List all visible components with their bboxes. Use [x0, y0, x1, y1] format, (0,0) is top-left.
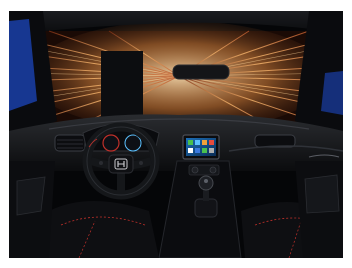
tachometer-gauge [102, 134, 120, 152]
driver-seat [39, 201, 159, 258]
car-interior-photo [9, 11, 343, 258]
right-air-vent [254, 134, 296, 148]
photo-frame [0, 0, 352, 268]
center-windshield-divider [101, 51, 143, 121]
speed-display [124, 134, 142, 152]
rearview-mirror [172, 64, 230, 80]
left-air-vent [54, 134, 86, 152]
app-grid-icon [186, 138, 216, 156]
car-interior-illustration [9, 11, 343, 258]
